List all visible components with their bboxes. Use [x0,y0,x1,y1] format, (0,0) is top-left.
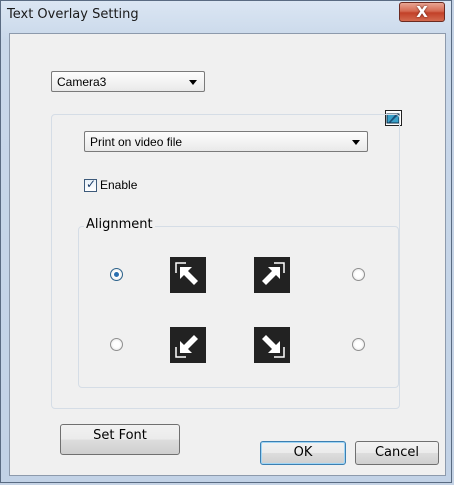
dialog-body: Camera3 Print on video file ✓ Enable Ali… [9,33,446,476]
text-overlay-dialog: Text Overlay Setting X Camera3 Print on … [0,0,452,483]
camera-select[interactable]: Camera3 [51,71,205,92]
arrow-bottom-right-icon[interactable] [254,327,290,363]
alignment-radio-bottom-left[interactable] [110,338,123,351]
set-font-button[interactable]: Set Font [60,424,180,455]
arrow-bottom-left-icon[interactable] [170,327,206,363]
close-button[interactable]: X [399,2,445,22]
overlay-options-panel: Print on video file ✓ Enable Alignment [51,114,400,409]
close-icon: X [416,3,428,21]
title-bar: Text Overlay Setting X [1,1,451,35]
alignment-legend: Alignment [84,217,155,232]
alignment-radio-top-right[interactable] [352,268,365,281]
enable-label: Enable [100,178,138,192]
ok-button[interactable]: OK [260,441,346,465]
enable-checkbox[interactable]: ✓ [84,177,97,192]
checkmark-icon: ✓ [86,177,97,191]
chevron-down-icon [189,80,197,85]
arrow-top-right-icon[interactable] [254,257,290,293]
alignment-radio-bottom-right[interactable] [352,338,365,351]
chevron-down-icon [352,140,360,145]
window-title: Text Overlay Setting [7,7,139,22]
camera-select-value: Camera3 [57,75,107,89]
alignment-radio-top-left[interactable] [110,268,123,281]
cancel-button[interactable]: Cancel [355,441,439,465]
alignment-group [78,226,399,388]
output-mode-select[interactable]: Print on video file [84,131,368,152]
arrow-top-left-icon[interactable] [170,257,206,293]
output-mode-value: Print on video file [90,135,183,149]
